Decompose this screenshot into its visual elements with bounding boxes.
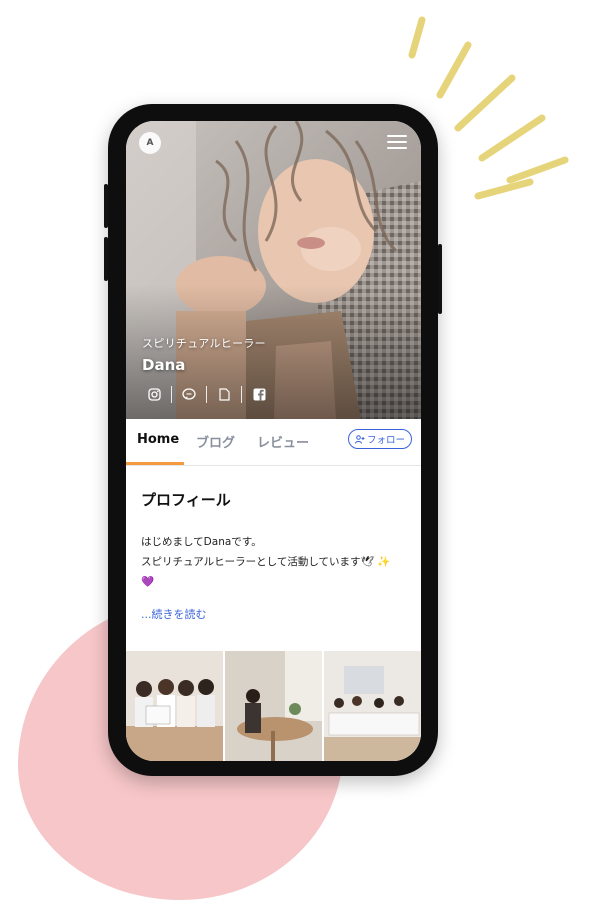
instagram-icon[interactable] <box>146 387 162 403</box>
bio-line: スピリチュアルヒーラーとして活動しています🕊 ✨ <box>141 556 391 568</box>
tab-reviews[interactable]: レビュー <box>257 432 309 451</box>
document-icon[interactable] <box>216 387 232 403</box>
profile-cover-photo <box>126 121 421 419</box>
gallery-photo[interactable] <box>324 651 421 761</box>
hamburger-menu-icon[interactable] <box>387 135 407 151</box>
social-divider <box>171 386 172 403</box>
section-title: プロフィール <box>141 491 231 509</box>
app-logo[interactable]: A <box>139 132 161 154</box>
social-divider <box>241 386 242 403</box>
phone-screen: A スピリチュアルヒーラー Dana Home ブログ レビュー フォロー プロ… <box>126 121 421 761</box>
follow-button-label: フォロー <box>366 435 405 446</box>
profile-section: プロフィール はじめましてDanaです。 スピリチュアルヒーラーとして活動してい… <box>126 466 421 651</box>
read-more-link[interactable]: ...続きを読む <box>141 606 207 622</box>
phone-power-button <box>438 244 442 314</box>
profile-tabs: Home ブログ レビュー フォロー <box>126 419 421 466</box>
tab-blog[interactable]: ブログ <box>196 432 235 451</box>
photo-gallery <box>126 651 421 761</box>
add-person-icon <box>354 434 365 444</box>
bio-line: はじめましてDanaです。 <box>141 536 262 548</box>
gallery-photo[interactable] <box>225 651 322 761</box>
social-links <box>146 386 267 403</box>
bio-line: 💜 <box>141 576 155 588</box>
follow-button[interactable]: フォロー <box>348 429 412 449</box>
active-tab-indicator <box>126 462 184 465</box>
social-divider <box>206 386 207 403</box>
facebook-icon[interactable] <box>251 387 267 403</box>
phone-frame: A スピリチュアルヒーラー Dana Home ブログ レビュー フォロー プロ… <box>104 104 442 776</box>
profile-name: Dana <box>142 356 186 374</box>
phone-side-button <box>104 237 108 281</box>
profile-bio: はじめましてDanaです。 スピリチュアルヒーラーとして活動しています🕊 ✨ 💜 <box>141 532 390 592</box>
gallery-photo[interactable] <box>126 651 223 761</box>
tab-home[interactable]: Home <box>137 432 179 447</box>
line-icon[interactable] <box>181 387 197 403</box>
profile-hero: A スピリチュアルヒーラー Dana <box>126 121 421 419</box>
phone-side-button <box>104 184 108 228</box>
profile-subtitle: スピリチュアルヒーラー <box>142 337 266 350</box>
